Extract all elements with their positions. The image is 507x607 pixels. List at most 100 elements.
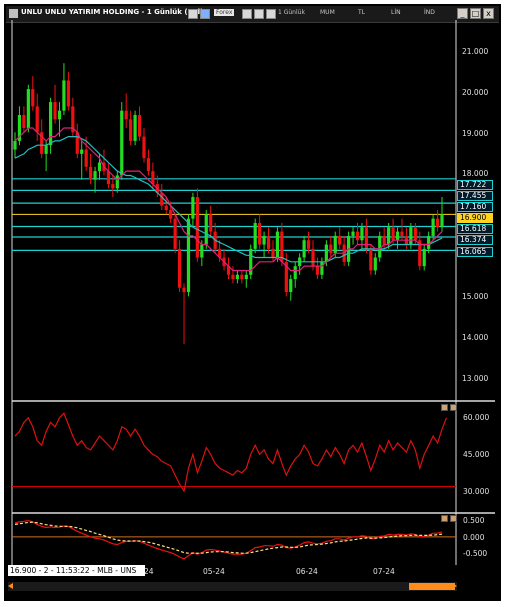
candle-body: [84, 149, 88, 167]
macd-close-icon[interactable]: [450, 515, 457, 522]
candle-body: [13, 140, 17, 150]
scroll-thumb[interactable]: [409, 583, 455, 590]
candle-body: [311, 248, 315, 267]
candle-body: [440, 214, 444, 228]
date-label: 24: [144, 567, 154, 576]
rsi-line: [14, 412, 447, 493]
candle-body: [302, 240, 306, 258]
date-label: 07-24: [373, 567, 395, 576]
candle-body: [57, 110, 62, 120]
candle-body: [35, 106, 39, 133]
candle-body: [22, 115, 26, 128]
candle-body: [137, 115, 142, 137]
candle-body: [186, 218, 191, 293]
candle-body: [142, 136, 146, 159]
rsi-tick: 30.000: [463, 487, 490, 496]
candle-body: [111, 184, 115, 189]
candle-body: [413, 227, 417, 241]
candle-body: [315, 266, 320, 275]
price-tick: 19.000: [462, 129, 489, 138]
candle-body: [435, 218, 440, 228]
candle-body: [320, 261, 324, 275]
price-chart[interactable]: [0, 0, 507, 607]
price-tick: 15.000: [462, 292, 489, 301]
candle-body: [120, 110, 124, 176]
candle-body: [200, 244, 204, 258]
candle-body: [164, 205, 168, 210]
macd-tick: -0.500: [463, 549, 488, 558]
candle-body: [93, 171, 97, 180]
price-tick: 21.000: [462, 47, 489, 56]
candle-body: [195, 197, 199, 258]
status-readout: 16.900 - 2 - 11:53:22 - MLB - UNS: [8, 565, 145, 576]
candle-body: [395, 231, 400, 241]
rsi-tick: 45.000: [463, 450, 490, 459]
candle-body: [173, 218, 177, 249]
candle-body: [129, 119, 133, 141]
candle-body: [115, 175, 119, 189]
candle-body: [351, 231, 355, 236]
candle-body: [160, 192, 164, 206]
candle-body: [62, 80, 66, 111]
candle-body: [169, 210, 173, 219]
candle-body: [409, 227, 413, 245]
level-label: 17.722: [457, 180, 493, 190]
level-label: 16.618: [457, 224, 493, 234]
candle-body: [431, 218, 435, 236]
candle-body: [48, 102, 53, 146]
candle-body: [106, 171, 111, 185]
candle-body: [209, 214, 213, 232]
moving-average-slow: [14, 136, 443, 263]
candle-body: [382, 235, 386, 245]
candle-body: [31, 89, 35, 107]
rsi-settings-icon[interactable]: [441, 404, 448, 411]
candle-body: [177, 248, 182, 288]
scroll-left-icon[interactable]: [8, 583, 13, 589]
candle-body: [258, 222, 262, 245]
level-label: 17.160: [457, 202, 493, 212]
candle-body: [182, 287, 186, 293]
rsi-tick: 60.000: [463, 413, 490, 422]
candle-body: [26, 89, 30, 128]
candle-body: [97, 162, 102, 172]
level-label: 17.455: [457, 191, 493, 201]
candle-body: [244, 274, 248, 280]
level-label: 16.374: [457, 235, 493, 245]
horizontal-scrollbar[interactable]: [8, 582, 457, 591]
price-tick: 18.000: [462, 169, 489, 178]
candle-body: [378, 235, 382, 258]
candle-body: [373, 257, 377, 271]
candle-body: [231, 274, 235, 280]
candle-body: [53, 102, 57, 120]
candle-body: [275, 231, 280, 258]
candle-body: [400, 231, 404, 236]
price-tick: 13.000: [462, 374, 489, 383]
candle-body: [204, 214, 208, 245]
candle-body: [262, 235, 266, 245]
candle-body: [369, 248, 373, 271]
candle-body: [235, 274, 239, 280]
candle-body: [364, 227, 368, 249]
candle-body: [89, 166, 93, 180]
candle-body: [427, 235, 431, 249]
candle-body: [191, 197, 195, 219]
candle-body: [329, 244, 333, 254]
scroll-right-icon[interactable]: [452, 583, 457, 589]
candle-body: [124, 110, 128, 120]
candle-body: [44, 145, 48, 154]
candle-body: [422, 248, 426, 267]
candle-body: [253, 222, 257, 249]
macd-settings-icon[interactable]: [441, 515, 448, 522]
date-label: 06-24: [296, 567, 318, 576]
candle-body: [240, 274, 244, 280]
macd-line: [14, 519, 443, 560]
rsi-close-icon[interactable]: [450, 404, 457, 411]
price-tick: 20.000: [462, 88, 489, 97]
date-label: 05-24: [203, 567, 225, 576]
candle-body: [338, 235, 342, 245]
candle-body: [306, 240, 311, 249]
candle-body: [289, 279, 293, 293]
candle-body: [333, 235, 337, 254]
candle-body: [151, 171, 155, 185]
candle-body: [66, 80, 70, 107]
